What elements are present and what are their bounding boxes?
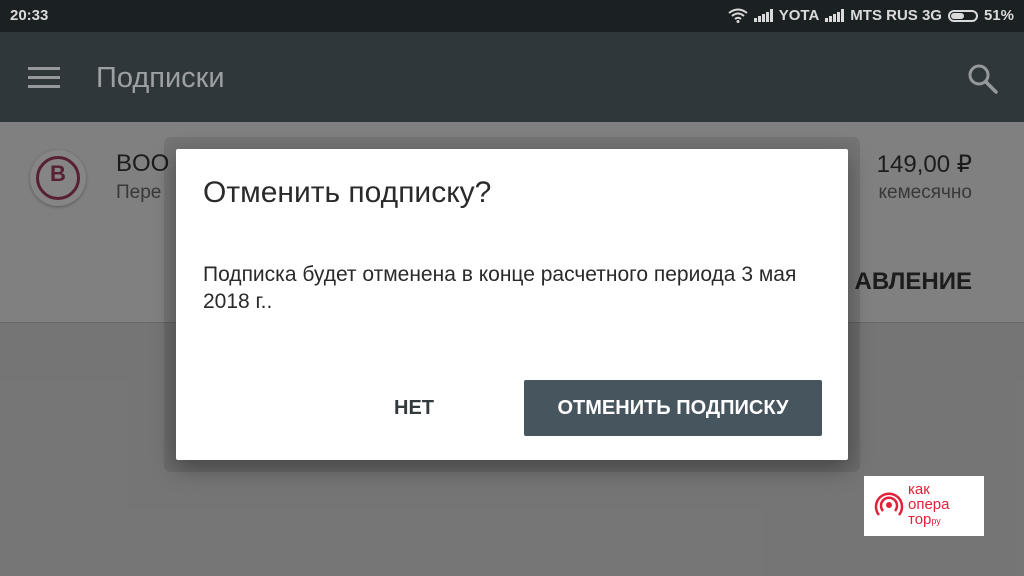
broadcast-icon	[874, 492, 904, 516]
watermark-text: как опера торру	[908, 482, 950, 529]
dialog-message: Подписка будет отменена в конце расчетно…	[203, 263, 797, 313]
dialog-title: Отменить подписку?	[203, 176, 492, 209]
watermark-line-2: опера	[908, 496, 950, 513]
confirm-cancel-subscription-button[interactable]: ОТМЕНИТЬ ПОДПИСКУ	[524, 380, 822, 436]
watermark-line-1: как	[908, 481, 930, 498]
watermark-logo: как опера торру	[864, 476, 984, 536]
no-button[interactable]: НЕТ	[366, 380, 462, 436]
watermark-line-3: торру	[908, 511, 941, 528]
cancel-subscription-dialog: Отменить подписку? Подписка будет отмене…	[176, 149, 848, 460]
